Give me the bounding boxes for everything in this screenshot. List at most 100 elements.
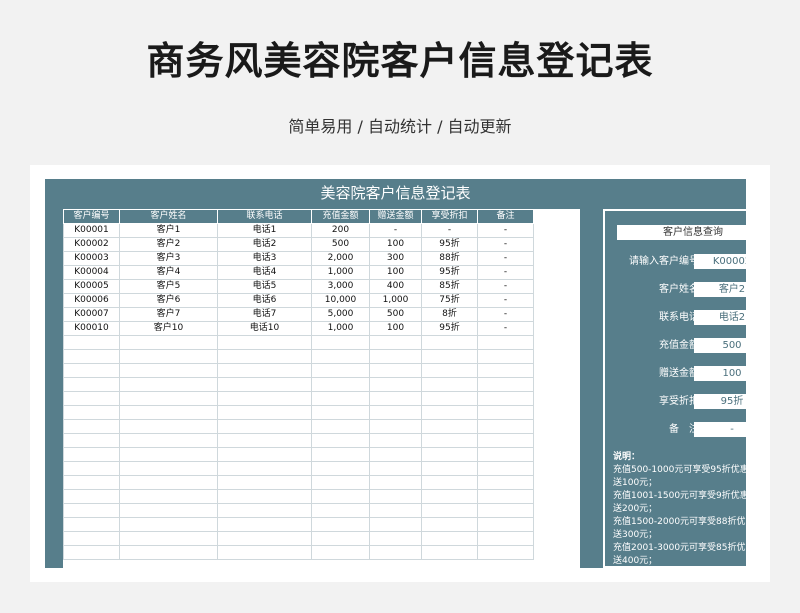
table-cell[interactable]: - [477, 265, 534, 280]
table-cell[interactable]: - [477, 307, 534, 322]
table-cell[interactable]: 客户6 [119, 293, 218, 308]
table-cell[interactable] [477, 335, 534, 350]
table-cell[interactable] [63, 475, 120, 490]
table-cell[interactable] [217, 503, 312, 518]
table-cell[interactable] [311, 475, 370, 490]
table-cell[interactable]: 3,000 [311, 279, 370, 294]
table-cell[interactable] [119, 517, 218, 532]
table-cell[interactable]: 95折 [421, 321, 478, 336]
table-cell[interactable]: 100 [369, 321, 422, 336]
table-cell[interactable] [477, 377, 534, 392]
table-cell[interactable]: 500 [369, 307, 422, 322]
table-cell[interactable]: 95折 [421, 237, 478, 252]
table-cell[interactable] [311, 363, 370, 378]
table-cell[interactable] [63, 489, 120, 504]
table-cell[interactable] [63, 349, 120, 364]
table-cell[interactable] [119, 489, 218, 504]
table-cell[interactable] [311, 531, 370, 546]
table-cell[interactable] [217, 391, 312, 406]
table-cell[interactable]: 客户1 [119, 223, 218, 238]
table-cell[interactable] [119, 475, 218, 490]
table-cell[interactable] [311, 391, 370, 406]
table-cell[interactable] [421, 363, 478, 378]
header-cell-phone[interactable]: 联系电话 [217, 209, 312, 224]
table-cell[interactable]: 500 [311, 237, 370, 252]
table-cell[interactable] [119, 531, 218, 546]
table-cell[interactable] [119, 419, 218, 434]
table-cell[interactable]: 5,000 [311, 307, 370, 322]
table-cell[interactable] [421, 489, 478, 504]
table-cell[interactable] [369, 503, 422, 518]
header-cell-name[interactable]: 客户姓名 [119, 209, 218, 224]
table-cell[interactable] [217, 349, 312, 364]
table-cell[interactable]: 电话5 [217, 279, 312, 294]
table-cell[interactable]: 1,000 [311, 265, 370, 280]
table-cell[interactable] [421, 545, 478, 560]
table-cell[interactable] [369, 531, 422, 546]
table-cell[interactable]: K00006 [63, 293, 120, 308]
table-cell[interactable]: 电话6 [217, 293, 312, 308]
table-cell[interactable] [477, 433, 534, 448]
table-cell[interactable] [63, 363, 120, 378]
header-cell-discount[interactable]: 享受折扣 [421, 209, 478, 224]
table-cell[interactable] [369, 405, 422, 420]
table-cell[interactable]: 2,000 [311, 251, 370, 266]
table-cell[interactable]: K00002 [63, 237, 120, 252]
table-cell[interactable]: 200 [311, 223, 370, 238]
table-cell[interactable] [421, 349, 478, 364]
table-cell[interactable] [421, 419, 478, 434]
table-cell[interactable] [477, 447, 534, 462]
header-cell-recharge[interactable]: 充值金额 [311, 209, 370, 224]
table-cell[interactable] [63, 405, 120, 420]
table-cell[interactable]: K00007 [63, 307, 120, 322]
table-cell[interactable] [311, 517, 370, 532]
table-cell[interactable]: - [369, 223, 422, 238]
table-cell[interactable] [421, 335, 478, 350]
table-cell[interactable] [369, 377, 422, 392]
table-cell[interactable]: 电话2 [217, 237, 312, 252]
table-cell[interactable] [63, 391, 120, 406]
table-cell[interactable] [477, 475, 534, 490]
table-cell[interactable]: K00003 [63, 251, 120, 266]
table-cell[interactable]: 电话10 [217, 321, 312, 336]
table-cell[interactable] [311, 405, 370, 420]
table-cell[interactable]: K00004 [63, 265, 120, 280]
table-cell[interactable] [477, 489, 534, 504]
table-cell[interactable] [217, 377, 312, 392]
table-cell[interactable] [217, 335, 312, 350]
table-cell[interactable] [369, 475, 422, 490]
table-cell[interactable] [217, 517, 312, 532]
table-cell[interactable]: 100 [369, 237, 422, 252]
table-cell[interactable] [217, 363, 312, 378]
table-cell[interactable] [63, 545, 120, 560]
table-cell[interactable] [369, 349, 422, 364]
table-cell[interactable] [369, 489, 422, 504]
table-cell[interactable]: 85折 [421, 279, 478, 294]
table-cell[interactable]: 客户4 [119, 265, 218, 280]
table-cell[interactable] [63, 517, 120, 532]
table-cell[interactable] [217, 531, 312, 546]
table-cell[interactable] [369, 335, 422, 350]
table-cell[interactable] [311, 461, 370, 476]
table-cell[interactable]: K00005 [63, 279, 120, 294]
table-cell[interactable]: K00001 [63, 223, 120, 238]
table-cell[interactable] [63, 461, 120, 476]
table-cell[interactable] [217, 545, 312, 560]
table-cell[interactable] [369, 419, 422, 434]
table-cell[interactable]: 电话3 [217, 251, 312, 266]
table-cell[interactable]: 客户5 [119, 279, 218, 294]
table-cell[interactable] [63, 503, 120, 518]
table-cell[interactable]: 客户2 [119, 237, 218, 252]
table-cell[interactable] [217, 489, 312, 504]
table-cell[interactable] [217, 461, 312, 476]
table-cell[interactable] [119, 545, 218, 560]
customer-id-input[interactable]: K00002 [694, 254, 746, 269]
table-cell[interactable] [421, 391, 478, 406]
table-cell[interactable] [369, 545, 422, 560]
table-cell[interactable] [217, 433, 312, 448]
table-cell[interactable] [477, 419, 534, 434]
table-cell[interactable]: - [477, 223, 534, 238]
table-cell[interactable] [421, 461, 478, 476]
table-cell[interactable] [119, 391, 218, 406]
table-cell[interactable] [477, 503, 534, 518]
